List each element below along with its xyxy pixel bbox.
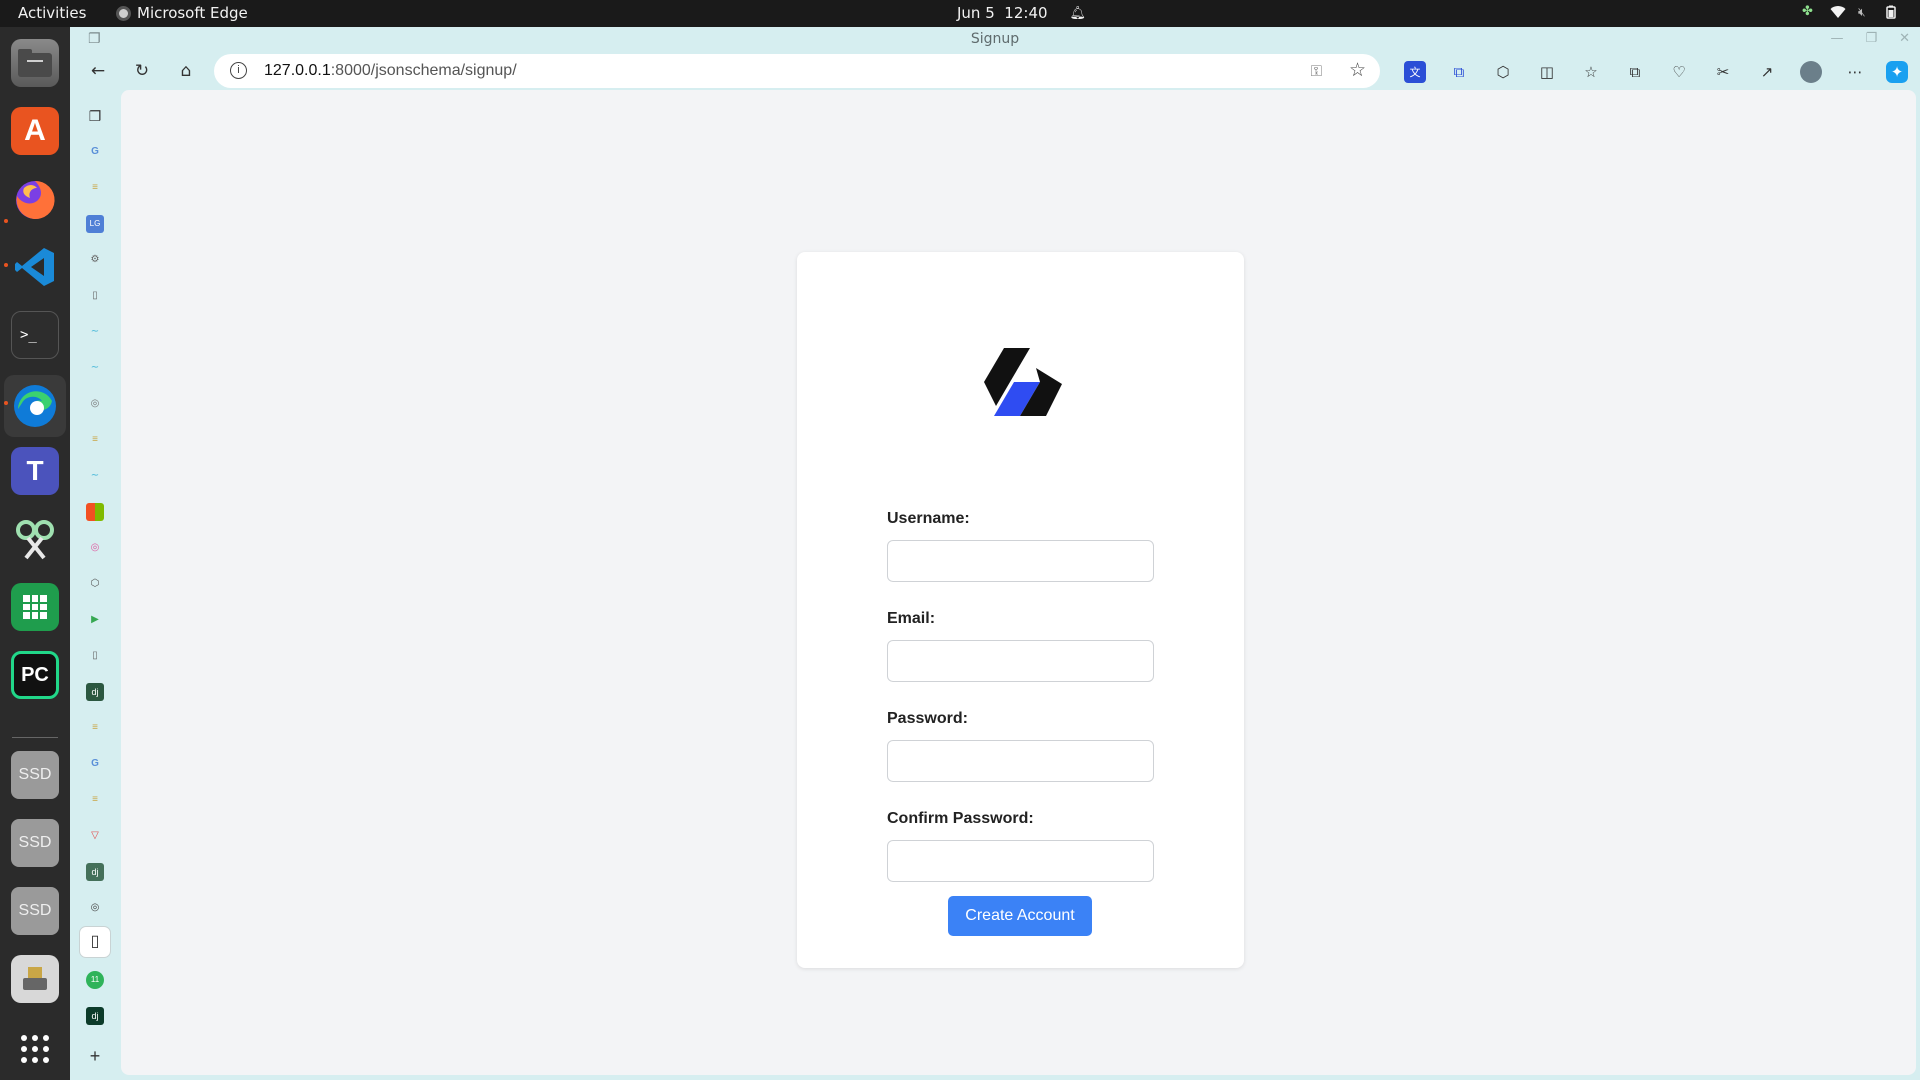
email-input[interactable]: [887, 640, 1154, 682]
bell-icon: 🔔︎: [1069, 5, 1087, 21]
document-tab-icon[interactable]: ▯: [86, 287, 104, 305]
vscode-icon[interactable]: [11, 243, 59, 291]
google-tab-icon[interactable]: G: [86, 755, 104, 773]
confirm-password-input[interactable]: [887, 840, 1154, 882]
tab-favicon[interactable]: ∼: [86, 359, 104, 377]
wifi-icon: [1830, 5, 1846, 19]
refresh-icon[interactable]: ↻: [128, 57, 156, 85]
time: 12:40: [1004, 4, 1048, 22]
tab-favicon[interactable]: ≡: [86, 431, 104, 449]
tab-favicon[interactable]: ∼: [86, 323, 104, 341]
more-menu-icon[interactable]: ⋯: [1844, 61, 1866, 83]
split-screen-icon[interactable]: ◫: [1536, 61, 1558, 83]
site-info-icon[interactable]: i: [230, 62, 247, 79]
tab-favicon[interactable]: 11: [86, 971, 104, 989]
edge-dock-icon[interactable]: [4, 375, 66, 437]
edge-icon: [116, 5, 131, 21]
sd-card-icon[interactable]: [11, 955, 59, 1003]
date: Jun 5: [957, 4, 995, 22]
copilot-icon[interactable]: ✦: [1886, 61, 1908, 83]
dock-separator: [12, 737, 58, 738]
browser-window: ❐ Signup — ❐ ✕ ← ↻ ⌂ i 127.0.0.1:8000/js…: [70, 27, 1920, 1080]
create-account-button[interactable]: Create Account: [948, 896, 1092, 936]
brand-logo: [984, 348, 1062, 416]
new-tab-icon[interactable]: +: [86, 1047, 104, 1065]
crop-extension-icon[interactable]: ⧉: [1448, 61, 1470, 83]
close-icon[interactable]: ✕: [1899, 27, 1910, 51]
password-key-icon[interactable]: ⚿: [1311, 62, 1322, 80]
password-input[interactable]: [887, 740, 1154, 782]
url-text[interactable]: 127.0.0.1:8000/jsonschema/signup/: [264, 62, 517, 80]
home-icon[interactable]: ⌂: [172, 57, 200, 85]
favorites-icon[interactable]: ☆: [1580, 61, 1602, 83]
back-icon[interactable]: ←: [84, 57, 112, 85]
teams-icon[interactable]: T: [11, 447, 59, 495]
tab-favicon[interactable]: ≡: [86, 719, 104, 737]
signup-card: Username: Email: Password: Confirm Passw…: [797, 252, 1244, 968]
system-tray[interactable]: ✤ 🔇︎: [1802, 5, 1900, 19]
volume-icon: 🔇︎: [1858, 5, 1866, 19]
username-input[interactable]: [887, 540, 1154, 582]
tab-favicon[interactable]: ▽: [86, 827, 104, 845]
profile-avatar[interactable]: [1800, 61, 1822, 83]
page-content: Username: Email: Password: Confirm Passw…: [121, 90, 1916, 1075]
django-tab-icon[interactable]: dj: [86, 863, 104, 881]
password-label: Password:: [887, 710, 968, 727]
performance-icon[interactable]: ♡: [1668, 61, 1690, 83]
app-center-icon[interactable]: A: [11, 107, 59, 155]
maximize-icon[interactable]: ❐: [1865, 27, 1877, 51]
extensions-icon[interactable]: ⬡: [1492, 61, 1514, 83]
activities-button[interactable]: Activities: [18, 4, 86, 22]
address-bar[interactable]: i 127.0.0.1:8000/jsonschema/signup/ ⚿ ☆: [214, 54, 1380, 88]
microsoft-tab-icon[interactable]: [86, 503, 104, 521]
favorite-star-icon[interactable]: ☆: [1349, 59, 1366, 81]
share-icon[interactable]: ↗: [1756, 61, 1778, 83]
spreadsheet-icon[interactable]: [11, 583, 59, 631]
tab-favicon[interactable]: ∼: [86, 467, 104, 485]
window-title: Signup: [970, 31, 1020, 47]
username-label: Username:: [887, 510, 970, 527]
ssd-drive-icon[interactable]: SSD: [11, 887, 59, 935]
screenshot-icon[interactable]: ✂: [1712, 61, 1734, 83]
screenshot-tool-icon[interactable]: [11, 515, 59, 563]
tab-panel-icon[interactable]: ❐: [86, 107, 104, 125]
tab-favicon[interactable]: ≡: [86, 179, 104, 197]
tab-favicon[interactable]: ◎: [86, 899, 104, 917]
active-tab-document-icon[interactable]: ▯: [79, 926, 111, 958]
tab-favicon[interactable]: ≡: [86, 791, 104, 809]
ssd-drive-icon[interactable]: SSD: [11, 819, 59, 867]
title-bar: ❐ Signup — ❐ ✕: [70, 27, 1920, 51]
pycharm-icon[interactable]: PC: [11, 651, 59, 699]
minimize-icon[interactable]: —: [1830, 27, 1843, 51]
dock: A >_ T PC SSD SSD SSD: [0, 27, 70, 1080]
system-top-bar: Activities Microsoft Edge Jun 5 12:40 🔔︎…: [0, 0, 1920, 27]
ssd-drive-icon[interactable]: SSD: [11, 751, 59, 799]
terminal-icon[interactable]: >_: [11, 311, 59, 359]
clock[interactable]: Jun 5 12:40 🔔︎: [957, 4, 1086, 22]
tab-actions-icon[interactable]: ❐: [88, 27, 101, 51]
tab-favicon[interactable]: ⬡: [86, 575, 104, 593]
email-label: Email:: [887, 610, 936, 627]
confirm-password-label: Confirm Password:: [887, 810, 1034, 827]
django-tab-icon[interactable]: dj: [86, 683, 104, 701]
signup-form: Username: Email: Password: Confirm Passw…: [887, 510, 1154, 910]
django-tab-icon[interactable]: dj: [86, 1007, 104, 1025]
collections-icon[interactable]: ⧉: [1624, 61, 1646, 83]
document-tab-icon[interactable]: ▯: [86, 647, 104, 665]
extension-icon: ✤: [1802, 4, 1813, 19]
tab-favicon[interactable]: LG: [86, 215, 104, 233]
translate-extension-icon[interactable]: 文: [1404, 61, 1426, 83]
tab-favicon[interactable]: ◎: [86, 395, 104, 413]
settings-tab-icon[interactable]: ⚙: [86, 251, 104, 269]
tab-favicon[interactable]: ◎: [86, 539, 104, 557]
files-icon[interactable]: [11, 39, 59, 87]
app-name: Microsoft Edge: [137, 4, 248, 22]
firefox-icon[interactable]: [11, 175, 59, 223]
battery-icon: [1886, 5, 1900, 19]
play-tab-icon[interactable]: ▶: [86, 611, 104, 629]
google-tab-icon[interactable]: G: [86, 143, 104, 161]
app-menu[interactable]: Microsoft Edge: [116, 4, 248, 22]
show-apps-icon[interactable]: [11, 1025, 59, 1073]
vertical-tab-strip: ❐ G ≡ LG ⚙ ▯ ∼ ∼ ◎ ≡ ∼ ◎ ⬡ ▶ ▯ dj ≡ G ≡ …: [70, 95, 120, 1080]
